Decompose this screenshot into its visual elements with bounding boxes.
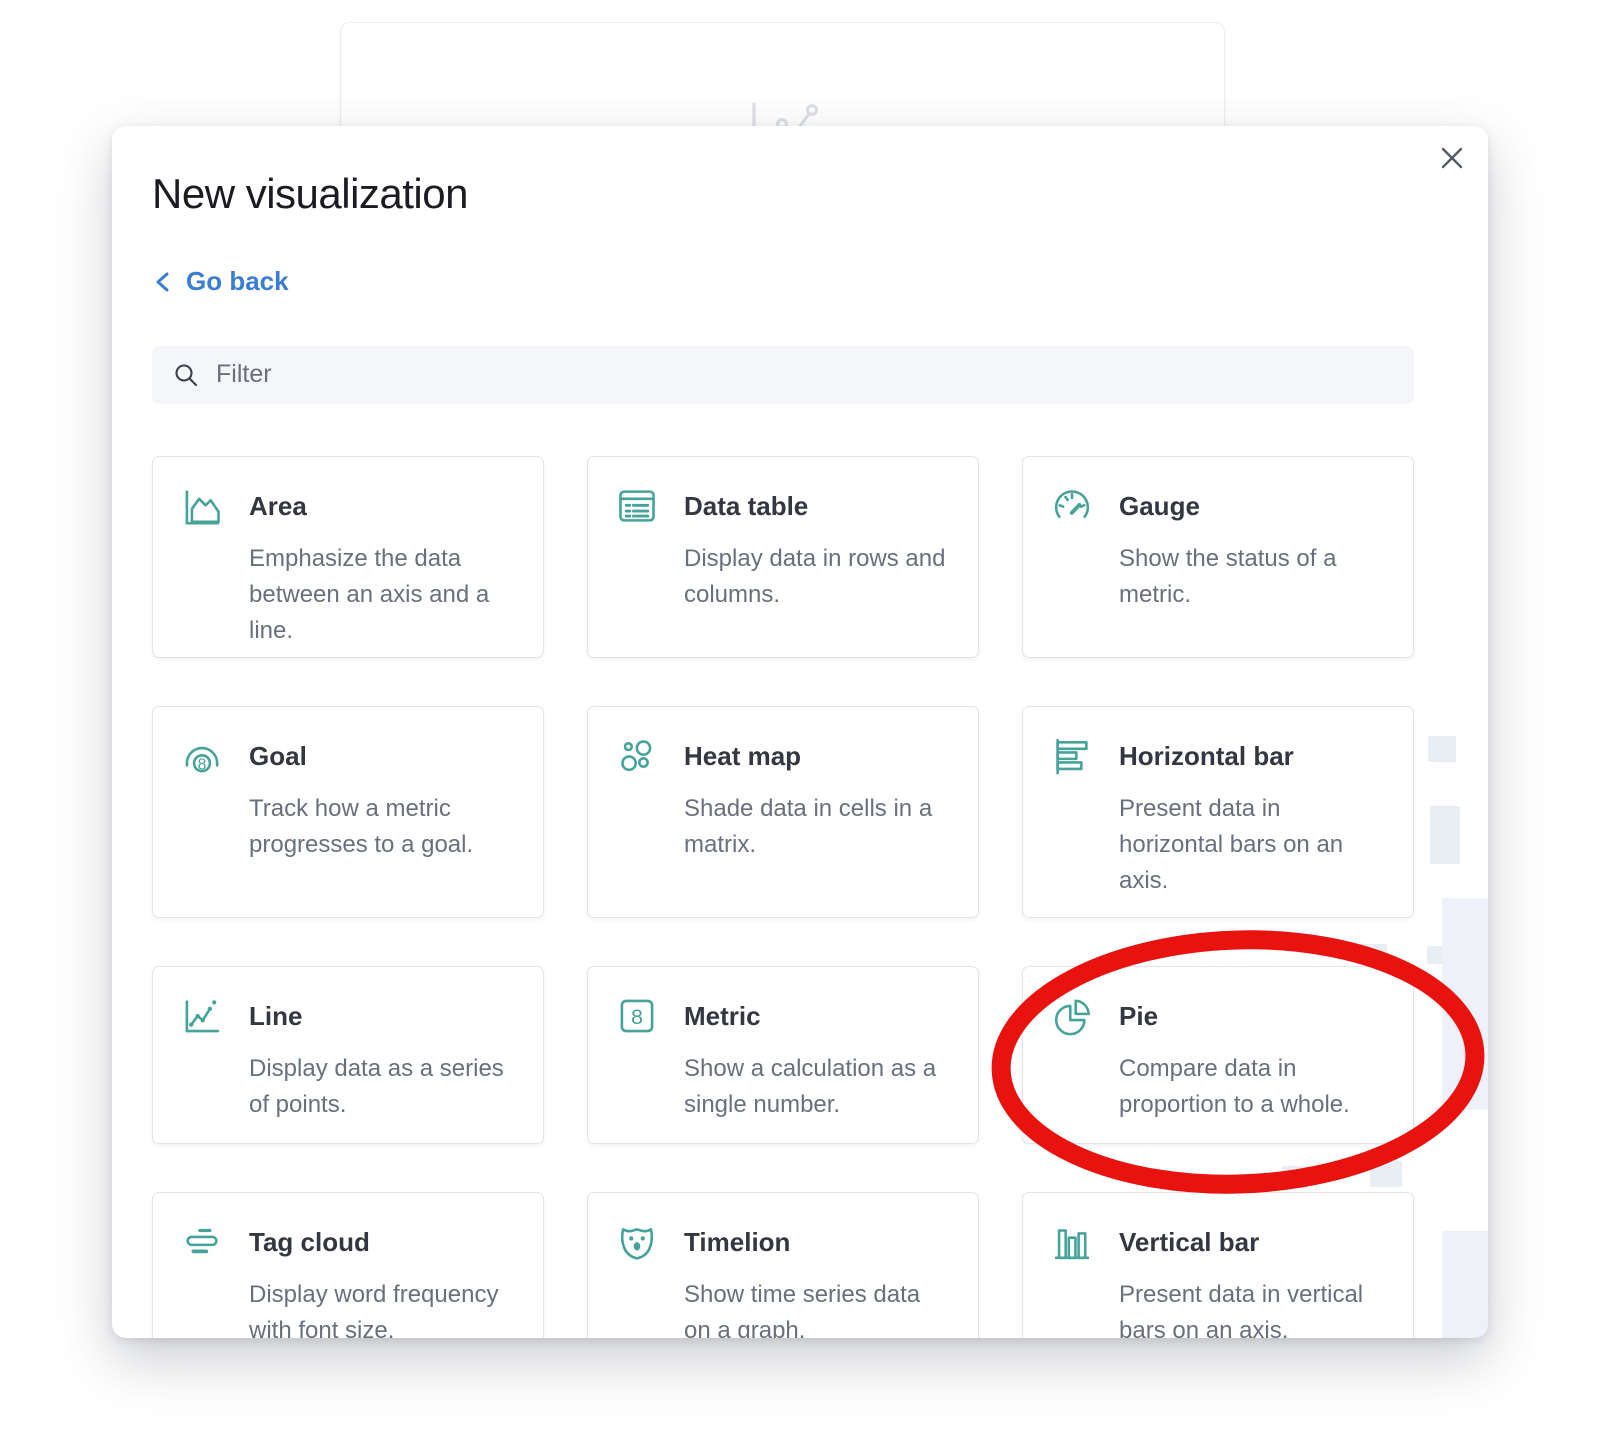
card-description: Show time series data on a graph. (684, 1277, 952, 1338)
card-title: Data table (684, 491, 952, 522)
card-title: Horizontal bar (1119, 741, 1387, 772)
visualization-card-area[interactable]: Area Emphasize the data between an axis … (152, 456, 544, 658)
card-description: Display word frequency with font size. (249, 1277, 517, 1338)
metric-icon: 8 (614, 993, 660, 1039)
faded-block (1442, 898, 1488, 1110)
card-title: Goal (249, 741, 517, 772)
card-description: Show the status of a metric. (1119, 541, 1387, 637)
visualization-card-horizontal-bar[interactable]: Horizontal bar Present data in horizonta… (1022, 706, 1414, 918)
go-back-link[interactable]: Go back (152, 266, 289, 297)
card-title: Heat map (684, 741, 952, 772)
area-chart-icon (179, 483, 225, 529)
card-description: Shade data in cells in a matrix. (684, 791, 952, 897)
visualization-type-grid: Area Emphasize the data between an axis … (152, 456, 1414, 1338)
data-table-icon (614, 483, 660, 529)
faded-block (1442, 1231, 1488, 1338)
heat-map-icon (614, 733, 660, 779)
card-title: Area (249, 491, 517, 522)
go-back-label: Go back (186, 266, 289, 297)
card-description: Emphasize the data between an axis and a… (249, 541, 517, 649)
card-description: Display data as a series of points. (249, 1051, 517, 1123)
tag-cloud-icon (179, 1219, 225, 1265)
visualization-card-data-table[interactable]: Data table Display data in rows and colu… (587, 456, 979, 658)
svg-text:8: 8 (198, 757, 207, 774)
faded-block (1428, 736, 1456, 762)
visualization-card-line[interactable]: Line Display data as a series of points. (152, 966, 544, 1144)
timelion-icon (614, 1219, 660, 1265)
card-title: Timelion (684, 1227, 952, 1258)
visualization-card-vertical-bar[interactable]: Vertical bar Present data in vertical ba… (1022, 1192, 1414, 1338)
card-title: Line (249, 1001, 517, 1032)
visualization-card-pie[interactable]: Pie Compare data in proportion to a whol… (1022, 966, 1414, 1144)
gauge-icon (1049, 483, 1095, 529)
svg-text:8: 8 (631, 1004, 643, 1029)
card-description: Show a calculation as a single number. (684, 1051, 952, 1123)
filter-search-box (152, 346, 1414, 404)
card-title: Gauge (1119, 491, 1387, 522)
visualization-card-tag-cloud[interactable]: Tag cloud Display word frequency with fo… (152, 1192, 544, 1338)
card-title: Vertical bar (1119, 1227, 1387, 1258)
card-title: Tag cloud (249, 1227, 517, 1258)
faded-block (1430, 806, 1460, 864)
goal-icon: 8 (179, 733, 225, 779)
close-icon[interactable] (1432, 138, 1472, 178)
card-title: Pie (1119, 1001, 1387, 1032)
card-description: Track how a metric progresses to a goal. (249, 791, 517, 897)
visualization-card-timelion[interactable]: Timelion Show time series data on a grap… (587, 1192, 979, 1338)
card-description: Compare data in proportion to a whole. (1119, 1051, 1387, 1123)
card-title: Metric (684, 1001, 952, 1032)
filter-input[interactable] (152, 346, 1414, 404)
screen: New visualization Go back Area Emph (0, 0, 1600, 1454)
visualization-card-metric[interactable]: 8 Metric Show a calculation as a single … (587, 966, 979, 1144)
card-description: Present data in vertical bars on an axis… (1119, 1277, 1387, 1338)
visualization-card-heat-map[interactable]: Heat map Shade data in cells in a matrix… (587, 706, 979, 918)
card-description: Display data in rows and columns. (684, 541, 952, 637)
horizontal-bar-icon (1049, 733, 1095, 779)
visualization-card-goal[interactable]: 8 Goal Track how a metric progresses to … (152, 706, 544, 918)
search-icon (172, 361, 200, 389)
pie-chart-icon (1049, 993, 1095, 1039)
new-visualization-modal: New visualization Go back Area Emph (112, 126, 1488, 1338)
line-chart-icon (179, 993, 225, 1039)
card-description: Present data in horizontal bars on an ax… (1119, 791, 1387, 899)
modal-title: New visualization (152, 170, 1448, 218)
vertical-bar-icon (1049, 1219, 1095, 1265)
chevron-left-icon (152, 267, 174, 297)
visualization-card-gauge[interactable]: Gauge Show the status of a metric. (1022, 456, 1414, 658)
